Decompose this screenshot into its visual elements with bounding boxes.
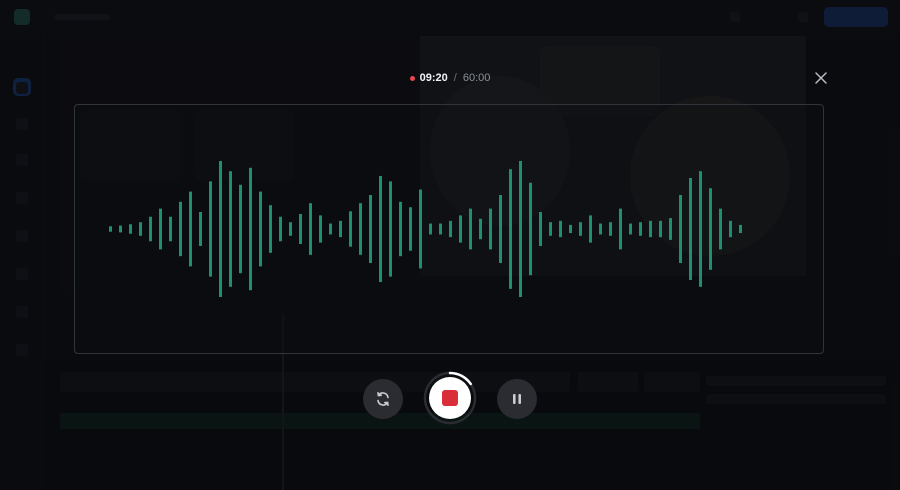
pause-icon <box>513 394 521 404</box>
waveform-bar <box>289 222 292 236</box>
time-separator: / <box>453 72 457 84</box>
waveform-bar <box>389 181 392 277</box>
waveform-bar <box>219 161 222 297</box>
waveform-bar <box>129 224 132 234</box>
waveform-bar <box>419 189 422 269</box>
waveform-bar <box>639 222 642 236</box>
waveform-bar <box>349 211 352 247</box>
waveform-bar <box>359 203 362 255</box>
recording-timer: 09:20 / 60:00 <box>0 70 900 86</box>
waveform-bar <box>589 215 592 243</box>
close-button[interactable] <box>812 69 830 87</box>
waveform-bar <box>739 224 742 234</box>
waveform-bar <box>429 223 432 235</box>
waveform-bar <box>649 220 652 238</box>
waveform-bar <box>479 218 482 240</box>
waveform-bar <box>399 201 402 257</box>
restart-icon <box>377 392 389 406</box>
waveform-bar <box>439 223 442 235</box>
waveform-bar <box>609 222 612 236</box>
waveform-bar <box>559 220 562 238</box>
waveform-bar <box>459 215 462 243</box>
waveform-bar <box>529 182 532 276</box>
waveform-bar <box>499 195 502 263</box>
waveform-bar <box>229 171 232 287</box>
waveform-bar <box>239 184 242 274</box>
stop-recording-button[interactable] <box>429 377 471 419</box>
waveform-bar <box>619 208 622 250</box>
waveform-bar <box>109 226 112 232</box>
waveform-bar <box>539 212 542 246</box>
waveform-bar <box>689 178 692 280</box>
waveform-bar <box>569 224 572 234</box>
waveform-bar <box>139 222 142 236</box>
waveform-bar <box>199 212 202 246</box>
waveform-bar <box>339 220 342 238</box>
waveform-bar <box>579 222 582 236</box>
waveform-bar <box>149 216 152 242</box>
waveform-bar <box>269 205 272 253</box>
waveform-bar <box>669 218 672 240</box>
waveform-bar <box>449 220 452 238</box>
stop-icon <box>442 390 458 406</box>
waveform-bar <box>299 214 302 244</box>
waveform-bar <box>209 181 212 277</box>
waveform-bar <box>679 195 682 263</box>
pause-button[interactable] <box>497 379 537 419</box>
waveform-bar <box>659 220 662 238</box>
waveform-bar <box>509 169 512 289</box>
waveform-bar <box>369 195 372 263</box>
waveform-bar <box>379 175 382 283</box>
waveform-bar <box>699 171 702 287</box>
waveform-bar <box>319 215 322 243</box>
waveform-bar <box>519 161 522 297</box>
waveform-bar <box>709 188 712 270</box>
waveform-bar <box>729 220 732 238</box>
waveform-bar <box>309 203 312 255</box>
waveform-bar <box>279 216 282 242</box>
waveform-bar <box>629 223 632 235</box>
waveform-bar <box>249 167 252 291</box>
waveform-bar <box>159 208 162 250</box>
waveform-bar <box>259 191 262 267</box>
waveform-bar <box>719 208 722 250</box>
waveform-bar <box>189 191 192 267</box>
audio-waveform <box>109 161 742 297</box>
close-icon <box>815 72 827 84</box>
waveform-bar <box>179 201 182 257</box>
waveform-bar <box>599 223 602 235</box>
recording-indicator-icon <box>409 75 415 81</box>
restart-button[interactable] <box>363 379 403 419</box>
waveform-bar <box>329 223 332 235</box>
elapsed-time: 09:20 <box>419 72 448 84</box>
waveform-bar <box>119 225 122 233</box>
total-time: 60:00 <box>462 72 491 84</box>
waveform-bar <box>489 208 492 250</box>
waveform-bar <box>549 222 552 236</box>
waveform-panel <box>74 104 824 354</box>
waveform-bar <box>469 208 472 250</box>
waveform-bar <box>169 216 172 242</box>
waveform-bar <box>409 207 412 251</box>
